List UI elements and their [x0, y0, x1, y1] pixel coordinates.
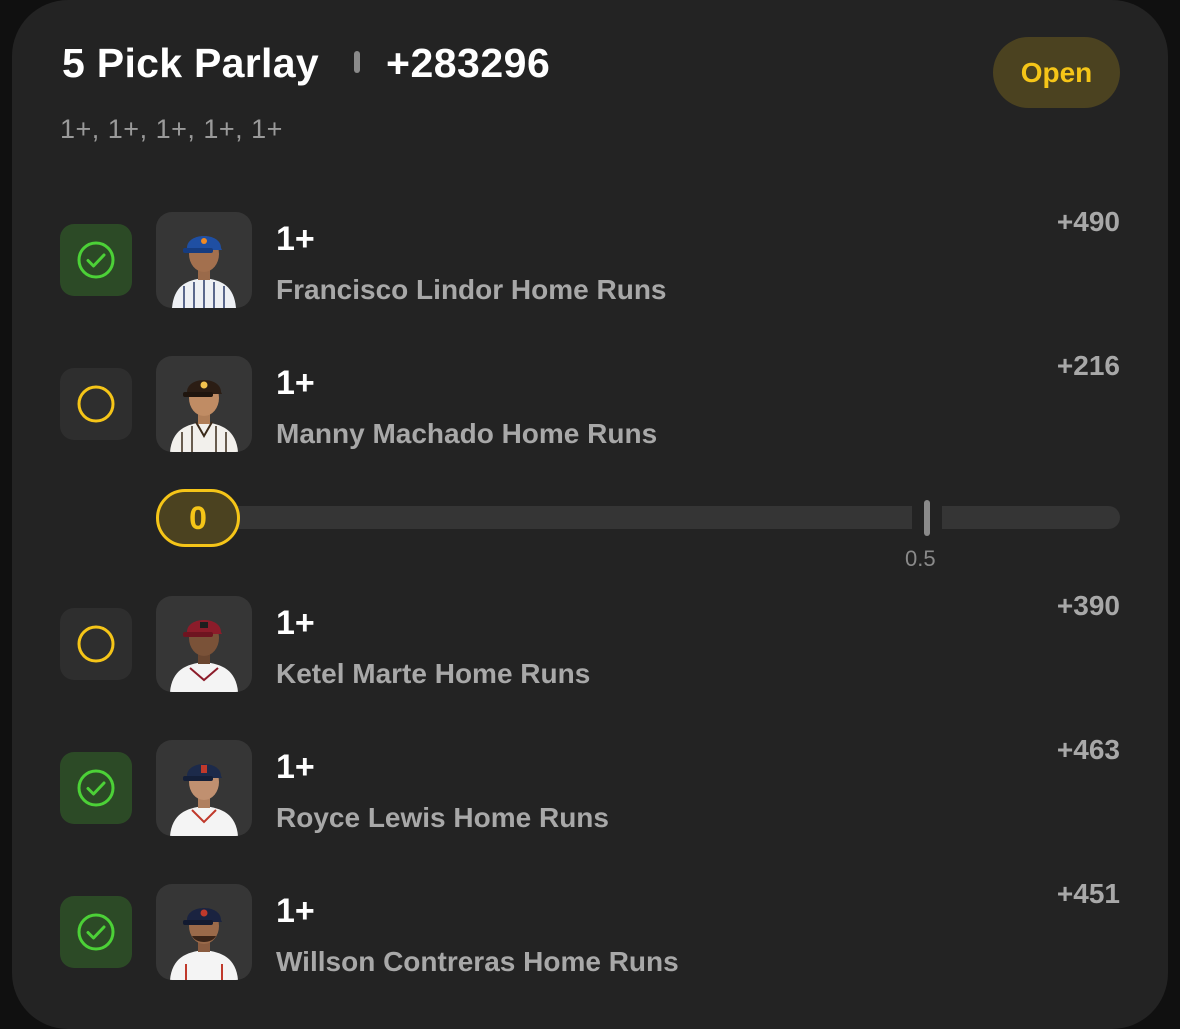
check-circle-icon [77, 769, 115, 807]
empty-circle-icon [77, 385, 115, 423]
pick-line: 1+ [276, 748, 315, 786]
parlay-lines-summary: 1+, 1+, 1+, 1+, 1+ [60, 114, 283, 144]
pick-odds: +490 [1056, 206, 1120, 237]
pick-status-box [60, 896, 132, 968]
empty-circle-icon [77, 625, 115, 663]
parlay-title: 5 Pick Parlay [62, 40, 319, 86]
pick-odds: +463 [1056, 734, 1120, 765]
pick-row[interactable]: 1+ Manny Machado Home Runs +216 [12, 334, 1168, 454]
check-circle-icon [77, 913, 115, 951]
player-avatar [156, 212, 252, 308]
pick-line: 1+ [276, 220, 315, 258]
player-avatar [156, 740, 252, 836]
player-avatar [156, 596, 252, 692]
pick-row[interactable]: 1+ Royce Lewis Home Runs +463 [12, 718, 1168, 838]
pick-progress: 0.5 0 [12, 488, 1168, 578]
pick-status-box [60, 368, 132, 440]
pick-odds: +451 [1056, 878, 1120, 909]
title-divider [354, 51, 360, 73]
progress-track [182, 506, 1120, 529]
check-circle-icon [77, 241, 115, 279]
pick-odds: +390 [1056, 590, 1120, 621]
pick-odds: +216 [1056, 350, 1120, 381]
progress-target-label: 0.5 [905, 546, 936, 571]
player-avatar [156, 356, 252, 452]
pick-status-box [60, 608, 132, 680]
pick-line: 1+ [276, 892, 315, 930]
progress-target-marker [924, 500, 930, 536]
pick-line: 1+ [276, 604, 315, 642]
progress-current-value: 0 [156, 489, 240, 547]
pick-market: Francisco Lindor Home Runs [276, 274, 667, 305]
pick-status-box [60, 752, 132, 824]
player-avatar [156, 884, 252, 980]
pick-row[interactable]: 1+ Willson Contreras Home Runs +451 [12, 862, 1168, 982]
parlay-total-odds: +283296 [386, 40, 551, 86]
pick-line: 1+ [276, 364, 315, 402]
parlay-card: 5 Pick Parlay +283296 Open 1+, 1+, 1+, 1… [12, 0, 1168, 1029]
pick-market: Ketel Marte Home Runs [276, 658, 591, 689]
pick-market: Royce Lewis Home Runs [276, 802, 609, 833]
pick-row[interactable]: 1+ Ketel Marte Home Runs +390 [12, 574, 1168, 694]
status-badge[interactable]: Open [993, 37, 1120, 108]
pick-row[interactable]: 1+ Francisco Lindor Home Runs +490 [12, 190, 1168, 310]
pick-market: Manny Machado Home Runs [276, 418, 658, 449]
pick-market: Willson Contreras Home Runs [276, 946, 679, 977]
pick-status-box [60, 224, 132, 296]
